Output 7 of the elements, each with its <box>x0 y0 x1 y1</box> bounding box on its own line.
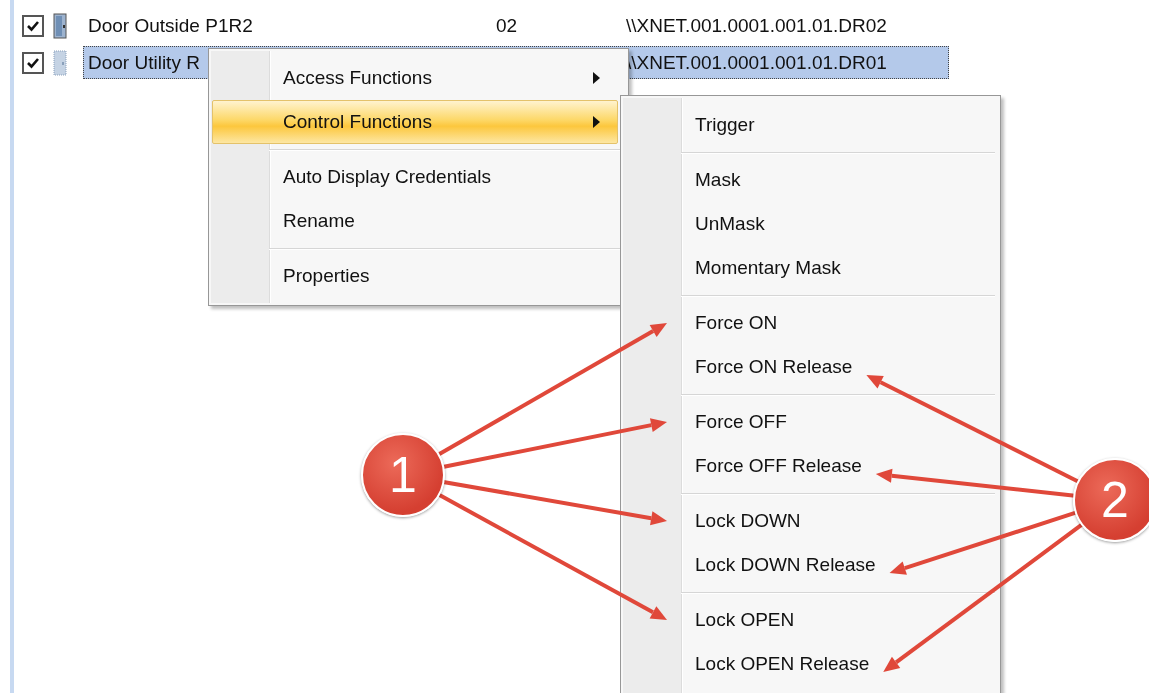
number-cell-text: 02 <box>496 14 519 37</box>
callout-badge: 1 <box>361 433 445 517</box>
address-cell: \\XNET.001.0001.001.01.DR02 <box>626 14 887 37</box>
address-cell: \\XNET.001.0001.001.01.DR01 <box>626 51 887 74</box>
callout-badge: 2 <box>1073 458 1149 542</box>
door-name: Door Outside P1R2 <box>87 14 254 37</box>
door-name: Door Utility R <box>87 51 201 74</box>
